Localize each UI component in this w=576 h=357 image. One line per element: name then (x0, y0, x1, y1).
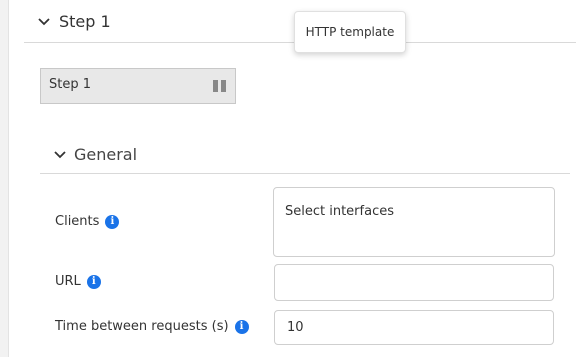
tooltip-text: HTTP template (305, 25, 395, 39)
url-label-text: URL (55, 274, 81, 289)
drag-handle-icon[interactable] (213, 80, 226, 92)
clients-select[interactable]: Select interfaces (273, 187, 555, 257)
info-icon[interactable]: i (234, 319, 249, 334)
clients-select-text: Select interfaces (285, 204, 394, 219)
general-section-header[interactable]: General (40, 136, 570, 174)
url-label: URL i (55, 274, 101, 289)
step-title: Step 1 (59, 12, 111, 31)
general-title: General (74, 145, 138, 164)
info-icon[interactable]: i (86, 274, 101, 289)
time-between-requests-input[interactable] (274, 310, 554, 345)
tooltip: HTTP template (294, 11, 406, 53)
time-between-requests-label: Time between requests (s) i (55, 319, 249, 334)
chevron-down-icon[interactable] (52, 147, 68, 163)
url-input[interactable] (274, 264, 554, 301)
page: Step 1 HTTP template Step 1 General Clie… (0, 0, 576, 357)
step-chip[interactable]: Step 1 (40, 68, 236, 104)
clients-label-text: Clients (55, 214, 100, 229)
time-between-requests-label-text: Time between requests (s) (55, 319, 229, 334)
clients-label: Clients i (55, 214, 120, 229)
info-icon[interactable]: i (105, 214, 120, 229)
step-chip-label: Step 1 (49, 77, 92, 92)
left-rail (0, 0, 9, 357)
chevron-down-icon[interactable] (36, 14, 52, 30)
